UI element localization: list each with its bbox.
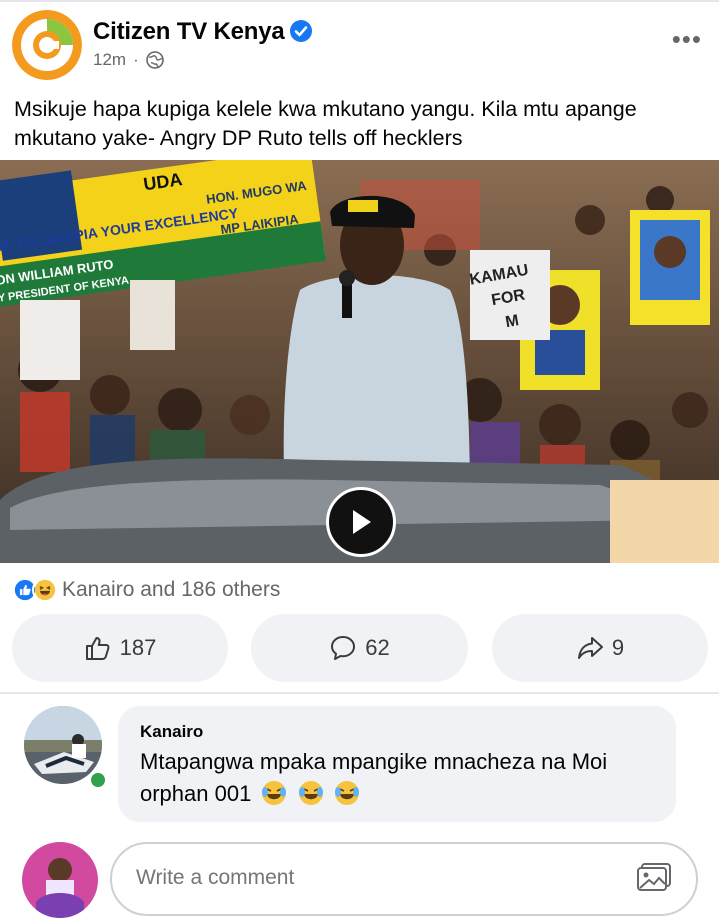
page-avatar[interactable] bbox=[12, 10, 82, 80]
like-button[interactable]: 187 bbox=[12, 614, 228, 682]
verified-badge-icon bbox=[290, 20, 312, 42]
comment-bubble[interactable]: Kanairo Mtapangwa mpaka mpangike mnachez… bbox=[118, 706, 676, 822]
page-name[interactable]: Citizen TV Kenya bbox=[93, 18, 285, 46]
comment-author[interactable]: Kanairo bbox=[140, 722, 203, 742]
photo-attach-icon[interactable] bbox=[636, 862, 672, 892]
share-button[interactable]: 9 bbox=[492, 614, 708, 682]
haha-reaction-icon bbox=[32, 577, 58, 603]
online-status-indicator bbox=[88, 770, 108, 790]
tears-of-joy-emoji-icon bbox=[262, 781, 287, 805]
top-divider bbox=[0, 0, 719, 2]
comment-count: 62 bbox=[365, 635, 390, 660]
comment-text: Mtapangwa mpaka mpangike mnacheza na Moi… bbox=[140, 746, 660, 810]
more-options-icon[interactable]: ••• bbox=[672, 24, 702, 55]
tears-of-joy-emoji-icon bbox=[334, 781, 359, 805]
reactions-summary[interactable]: Kanairo and 186 others bbox=[12, 576, 280, 604]
play-icon bbox=[353, 510, 371, 534]
share-arrow-icon bbox=[577, 637, 603, 659]
section-divider bbox=[0, 692, 719, 694]
share-count: 9 bbox=[611, 635, 625, 660]
tears-of-joy-emoji-icon bbox=[298, 781, 323, 805]
comment-bubble-icon bbox=[331, 636, 356, 660]
post-time[interactable]: 12m bbox=[93, 50, 126, 70]
play-button[interactable] bbox=[326, 487, 396, 557]
post-header: Citizen TV Kenya 12m · ••• bbox=[12, 10, 712, 84]
reactions-label: Kanairo and 186 others bbox=[62, 578, 281, 601]
meta-separator: · bbox=[133, 50, 139, 69]
like-count: 187 bbox=[119, 635, 157, 660]
video-player[interactable]: UDA ME TO LAIKIPIA YOUR EXCELLENCY ON WI… bbox=[0, 160, 719, 563]
post-meta: 12m · bbox=[93, 50, 164, 70]
comment-composer[interactable] bbox=[110, 842, 698, 916]
post-caption: Msikuje hapa kupiga kelele kwa mkutano y… bbox=[14, 97, 637, 150]
globe-icon bbox=[145, 51, 164, 69]
comment-body: Mtapangwa mpaka mpangike mnacheza na Moi… bbox=[140, 749, 608, 806]
current-user-avatar[interactable] bbox=[22, 842, 98, 918]
thumbs-up-icon bbox=[85, 637, 110, 660]
comment-input[interactable] bbox=[136, 866, 596, 890]
comment-button[interactable]: 62 bbox=[251, 614, 468, 682]
